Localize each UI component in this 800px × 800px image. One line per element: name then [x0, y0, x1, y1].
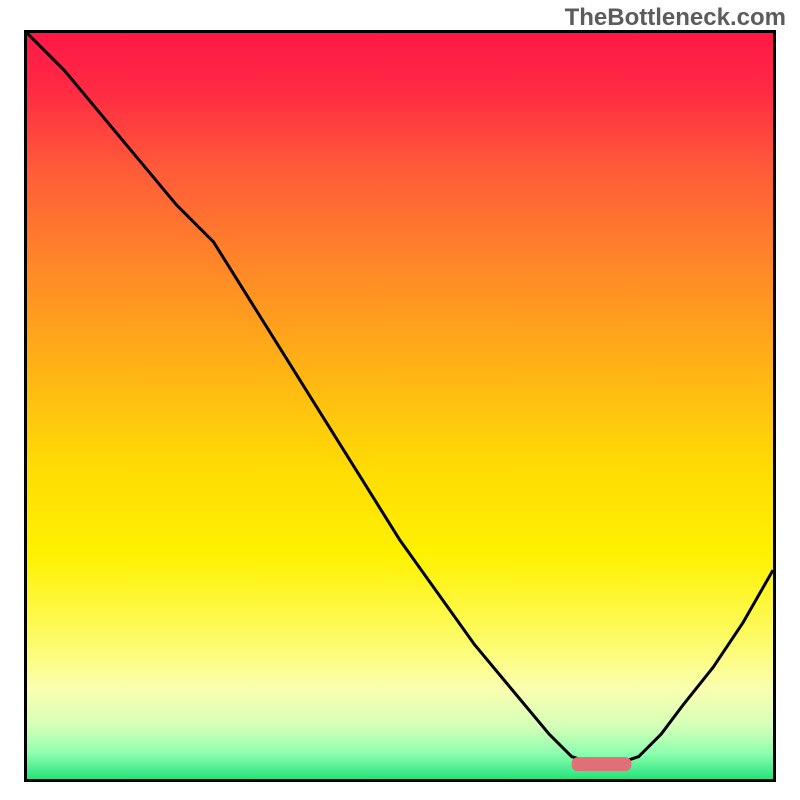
chart-frame: TheBottleneck.com	[0, 0, 800, 800]
optimal-marker	[572, 757, 632, 771]
chart-svg	[27, 33, 773, 779]
watermark-text: TheBottleneck.com	[565, 4, 786, 32]
plot-area	[27, 33, 773, 779]
gradient-background	[27, 33, 773, 779]
